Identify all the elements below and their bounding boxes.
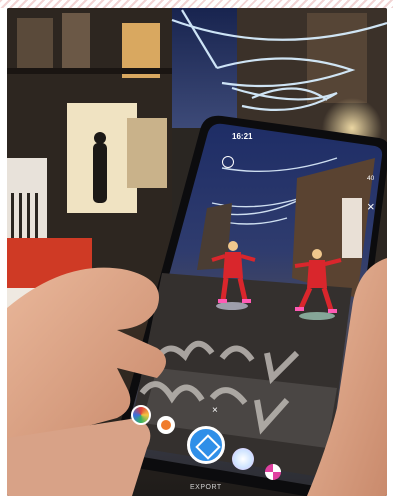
- battery-level: 40: [367, 175, 375, 182]
- sticker-icon[interactable]: [131, 405, 151, 425]
- pedestrian: [93, 143, 107, 203]
- dismiss-icon[interactable]: ×: [212, 406, 218, 416]
- status-time: 16:21: [232, 132, 253, 141]
- top-border-stripe: [0, 0, 393, 8]
- pattern-icon[interactable]: [265, 464, 281, 480]
- shutter-diamond-icon: [195, 434, 221, 460]
- shutter-button[interactable]: [187, 426, 225, 464]
- photo: 16:21 40 × × EXPORT: [7, 8, 387, 496]
- street-scene: [7, 8, 387, 496]
- export-label: EXPORT: [190, 484, 222, 491]
- effect-icon[interactable]: [232, 448, 254, 470]
- lens-icon[interactable]: [157, 416, 175, 434]
- gear-icon[interactable]: [222, 156, 234, 168]
- close-icon[interactable]: ×: [367, 200, 375, 213]
